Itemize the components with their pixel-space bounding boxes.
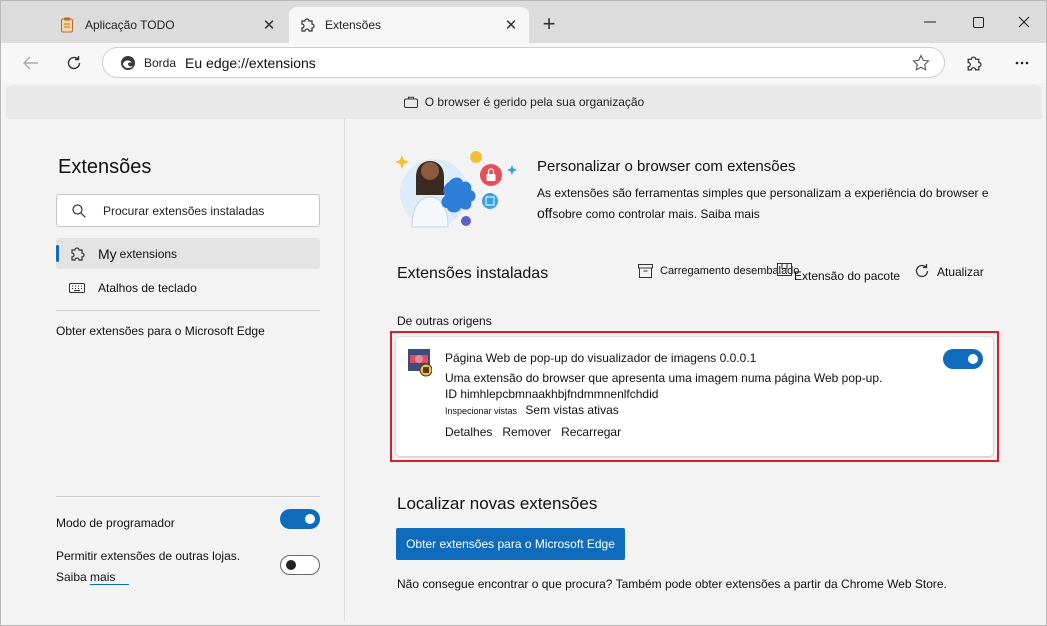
extension-icon [408, 349, 432, 377]
keyboard-icon [69, 280, 85, 296]
extension-actions: Detalhes Remover Recarregar [445, 425, 631, 439]
extension-card: Página Web de pop-up do visualizador de … [396, 337, 993, 456]
close-icon[interactable]: ✕ [259, 15, 279, 35]
sidebar-item-keyboard-shortcuts[interactable]: Atalhos de teclado [56, 272, 320, 303]
more-icon [1015, 61, 1029, 65]
hero-desc-line: As extensões são ferramentas simples que… [537, 186, 989, 200]
refresh-icon [67, 56, 81, 70]
puzzle-icon [967, 56, 982, 71]
toolbar: Borda Eu edge://extensions [1, 43, 1046, 83]
banner-text: O browser é gerido pela sua organização [424, 95, 645, 109]
new-tab-button[interactable]: + [537, 13, 561, 37]
hero-desc-text: sobre como controlar mais. Saiba mais [552, 207, 760, 221]
inspect-views-value: Sem vistas ativas [525, 403, 619, 417]
extension-name: Página Web de pop-up do visualizador de … [445, 351, 757, 365]
extension-id: ID himhlepcbmnaakhbjfndmmnenlfchdid [445, 387, 659, 401]
package-icon [776, 261, 792, 277]
extensions-page: Extensões My extensions Atalhos de tecla… [6, 119, 1042, 621]
refresh-icon [914, 263, 930, 279]
chrome-store-text: Não consegue encontrar o que procura? Ta… [397, 577, 947, 591]
close-icon [1018, 16, 1030, 28]
main-panel: Personalizar o browser com extensões As … [346, 119, 1042, 621]
managed-banner: O browser é gerido pela sua organização [6, 85, 1042, 119]
notepad-icon [59, 17, 75, 33]
puzzle-icon [299, 17, 315, 33]
other-stores-toggle[interactable] [280, 555, 320, 575]
browser-window: Aplicação TODO ✕ Extensões ✕ + Borda Eu … [0, 0, 1047, 626]
url-text: Eu edge://extensions [185, 54, 316, 71]
divider [56, 496, 320, 497]
hero-desc-line: offsobre como controlar mais. Saiba mais [537, 203, 1007, 224]
tab-label: Extensões [325, 18, 382, 32]
extension-enable-toggle[interactable] [943, 349, 983, 369]
sidebar: Extensões My extensions Atalhos de tecla… [6, 119, 345, 621]
details-link[interactable]: Detalhes [445, 425, 492, 439]
tab-label: Aplicação TODO [85, 18, 175, 32]
active-indicator [56, 245, 59, 262]
tab-strip: Aplicação TODO ✕ Extensões ✕ + [1, 1, 1046, 43]
search-icon [72, 203, 86, 218]
reload-link[interactable]: Recarregar [561, 425, 621, 439]
extensions-button[interactable] [959, 49, 987, 77]
find-extensions-title: Localizar novas extensões [397, 494, 598, 513]
installed-extensions-title: Extensões instaladas [397, 265, 549, 282]
minimize-button[interactable] [915, 9, 945, 35]
hero-title: Personalizar o browser com extensões [537, 158, 796, 175]
sidebar-item-my-extensions[interactable]: My extensions [56, 238, 320, 269]
more-options-button[interactable] [1008, 49, 1036, 77]
get-extensions-link[interactable]: Obter extensões para o Microsoft Edge [56, 324, 265, 338]
site-label: Borda [144, 55, 177, 70]
back-button[interactable] [17, 49, 45, 77]
update-label: Atualizar [937, 265, 984, 279]
refresh-button[interactable] [60, 49, 88, 77]
extensions-illustration [395, 151, 517, 228]
get-extensions-button[interactable]: Obter extensões para o Microsoft Edge [396, 528, 625, 560]
remove-link[interactable]: Remover [502, 425, 551, 439]
sidebar-item-label: My [98, 245, 117, 262]
divider [56, 310, 320, 311]
other-stores-row: Permitir extensões de outras lojas. Saib… [56, 546, 256, 588]
hero-desc-prefix: off [537, 205, 553, 221]
tab-todo-app[interactable]: Aplicação TODO ✕ [49, 7, 287, 43]
learn-more-link[interactable]: mais [90, 570, 130, 585]
close-window-button[interactable] [1009, 9, 1039, 35]
hero-description: As extensões são ferramentas simples que… [537, 183, 1007, 224]
sidebar-item-label: extensions [119, 246, 178, 261]
maximize-icon [972, 16, 984, 28]
developer-mode-label: Modo de programador [56, 516, 175, 530]
arrow-left-icon [23, 56, 38, 70]
archive-icon [637, 263, 653, 279]
developer-mode-toggle[interactable] [280, 509, 320, 529]
close-icon[interactable]: ✕ [501, 15, 521, 35]
update-button[interactable]: Atualizar [914, 263, 984, 279]
inspect-views-row: Inspecionar vistas Sem vistas ativas [445, 403, 619, 417]
address-bar[interactable]: Borda Eu edge://extensions [102, 47, 945, 78]
star-icon[interactable] [912, 54, 930, 72]
minimize-icon [924, 21, 936, 23]
pack-extension-label: Extensão do pacote [794, 269, 901, 283]
puzzle-icon [69, 246, 85, 262]
edge-logo-icon [121, 55, 135, 70]
extension-description: Uma extensão do browser que apresenta um… [445, 371, 883, 385]
search-input[interactable] [103, 203, 303, 218]
sidebar-title: Extensões [58, 156, 152, 178]
briefcase-icon [403, 96, 418, 108]
other-sources-label: De outras origens [397, 314, 492, 328]
search-box[interactable] [56, 194, 320, 227]
other-stores-label: Permitir extensões de outras lojas. Saib… [56, 549, 241, 584]
maximize-button[interactable] [963, 9, 993, 35]
pack-extension-button[interactable]: Extensão do pacote [776, 261, 901, 283]
sidebar-item-label: Atalhos de teclado [98, 280, 197, 295]
inspect-views-label: Inspecionar vistas [445, 406, 518, 416]
tab-extensions[interactable]: Extensões ✕ [289, 7, 529, 43]
